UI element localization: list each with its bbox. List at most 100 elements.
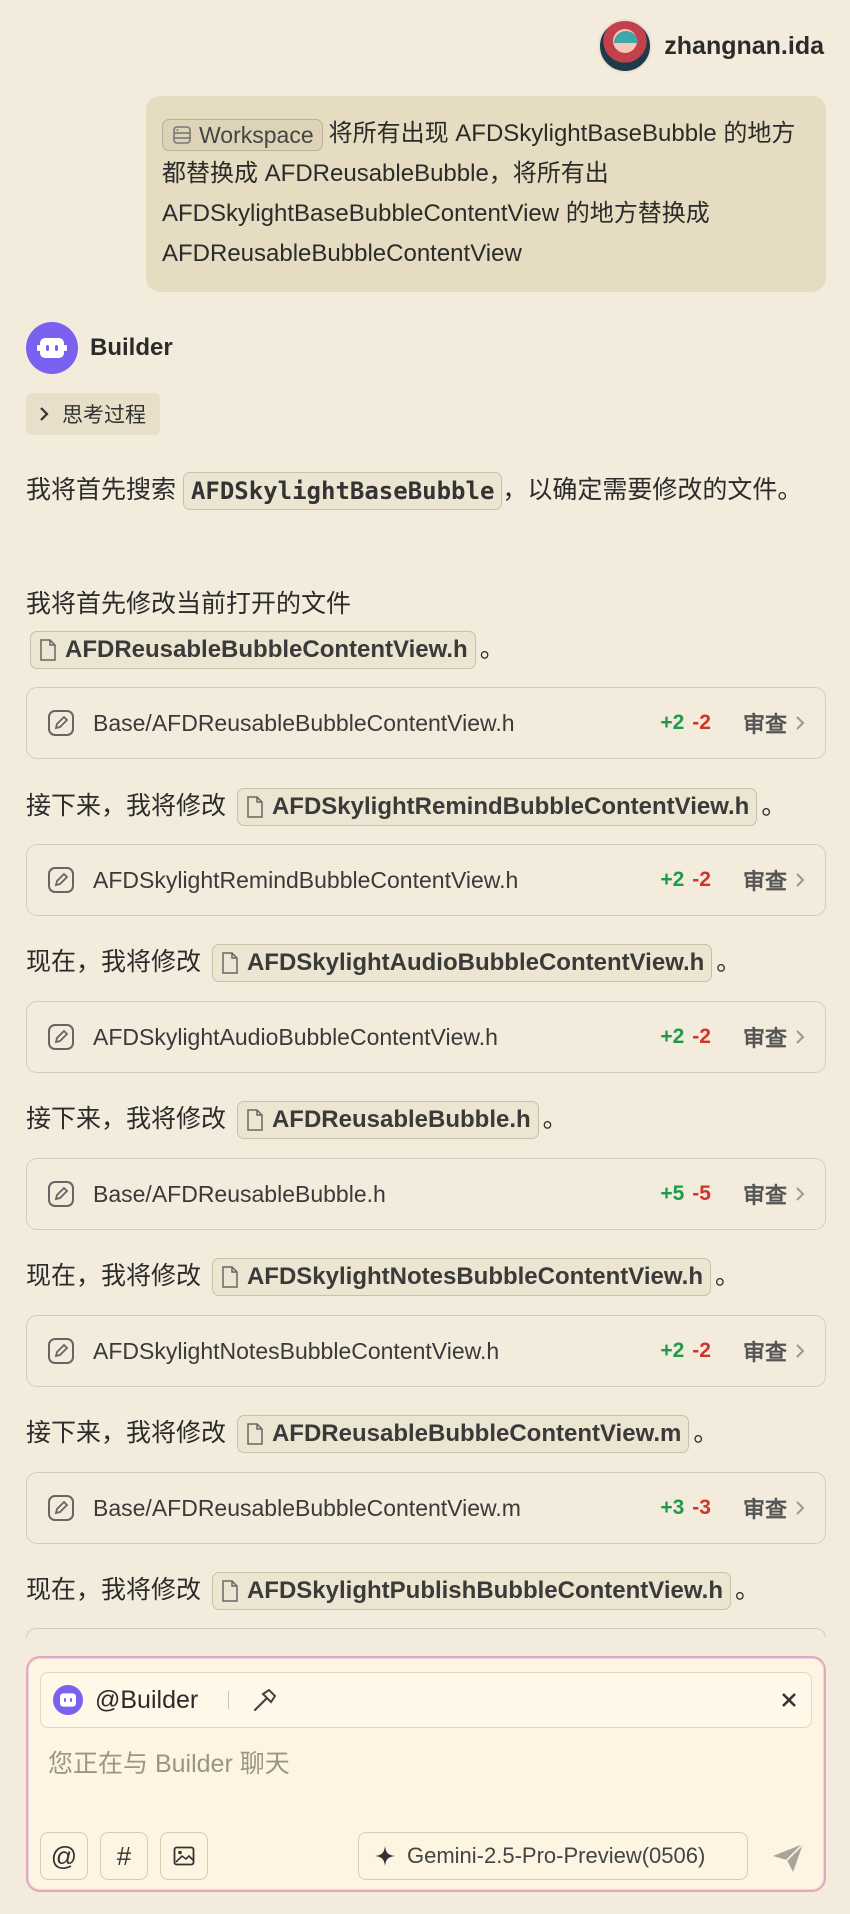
file-chip-name: AFDReusableBubbleContentView.h (65, 636, 468, 664)
send-icon (773, 1843, 804, 1872)
robot-icon (26, 322, 78, 374)
image-icon (173, 1846, 195, 1866)
hammer-icon[interactable] (251, 1686, 279, 1714)
step-prefix: 接下来，我将修改 (26, 792, 227, 820)
step-prefix: 现在，我将修改 (26, 1262, 202, 1290)
file-icon (247, 796, 263, 819)
edit-icon (48, 867, 74, 893)
file-chip[interactable]: AFDSkylightRemindBubbleContentView.h (236, 788, 758, 827)
file-icon (247, 1423, 263, 1446)
file-change-card[interactable]: Base/AFDReusableBubbleContentView.m +3 -… (26, 1472, 826, 1544)
removed-count: -2 (692, 1339, 711, 1362)
file-change-card[interactable]: AFDSkylightNotesBubbleContentView.h +2 -… (26, 1315, 826, 1387)
intro-after: ，以确定需要修改的文件。 (502, 476, 803, 504)
chevron-right-icon (796, 716, 805, 730)
file-path: Base/AFDReusableBubbleContentView.m (93, 1494, 521, 1521)
step-prefix: 接下来，我将修改 (26, 1105, 227, 1133)
file-change-card[interactable]: Base/AFDReusableBubble.h +5 -5 审查 (26, 1158, 826, 1230)
close-icon[interactable] (779, 1690, 799, 1710)
file-chip[interactable]: AFDSkylightNotesBubbleContentView.h (211, 1258, 711, 1297)
user-header: zhangnan.ida (598, 18, 824, 74)
file-path: AFDSkylightRemindBubbleContentView.h (93, 866, 519, 893)
file-chip-name: AFDSkylightAudioBubbleContentView.h (246, 949, 705, 977)
file-icon (40, 639, 56, 662)
user-message-bubble: Workspace 将所有出现 AFDSkylightBaseBubble 的地… (146, 96, 826, 292)
added-count: +2 (660, 1339, 685, 1362)
workspace-chip-label: Workspace (199, 121, 314, 148)
file-change-card[interactable]: AFDSkylightRemindBubbleContentView.h +2 … (26, 844, 826, 916)
step-paragraph: 我将首先修改当前打开的文件 AFDReusableBubbleContentVi… (26, 582, 826, 672)
robot-icon (53, 1685, 83, 1715)
file-change-card-partial (26, 1628, 826, 1638)
thinking-label: 思考过程 (62, 404, 146, 427)
review-label: 审查 (742, 1340, 787, 1365)
intro-paragraph: 我将首先搜索 AFDSkylightBaseBubble ，以确定需要修改的文件。 (26, 468, 826, 513)
added-count: +2 (660, 1025, 685, 1048)
mention-button[interactable]: @ (40, 1832, 88, 1880)
review-label: 审查 (742, 869, 787, 894)
file-path: Base/AFDReusableBubbleContentView.h (93, 709, 515, 736)
model-selector[interactable]: Gemini-2.5-Pro-Preview(0506) (358, 1832, 748, 1880)
step-prefix: 现在，我将修改 (26, 948, 202, 976)
review-button[interactable]: 审查 (743, 707, 805, 739)
step-suffix: 。 (761, 792, 787, 820)
file-chip-name: AFDReusableBubble.h (271, 1106, 531, 1134)
chevron-right-icon (796, 1501, 805, 1515)
user-avatar[interactable] (598, 19, 653, 73)
file-icon (222, 952, 238, 975)
review-label: 审查 (742, 1026, 787, 1051)
hash-symbol: # (116, 1840, 132, 1871)
review-button[interactable]: 审查 (743, 1492, 805, 1524)
at-symbol: @ (50, 1840, 78, 1871)
step-prefix: 我将首先修改当前打开的文件 (26, 590, 352, 618)
user-name: zhangnan.ida (664, 31, 824, 60)
added-count: +5 (660, 1182, 685, 1205)
removed-count: -2 (692, 868, 711, 891)
chat-page: zhangnan.ida Workspace 将所有出现 AFDSkylight… (0, 0, 850, 1914)
file-chip-name: AFDSkylightNotesBubbleContentView.h (246, 1263, 703, 1291)
file-change-card[interactable]: Base/AFDReusableBubbleContentView.h +2 -… (26, 687, 826, 759)
sparkle-icon (375, 1846, 395, 1866)
chevron-right-icon (40, 407, 49, 421)
mention-label: @Builder (95, 1685, 199, 1714)
image-upload-button[interactable] (160, 1832, 208, 1880)
edit-icon (48, 1338, 74, 1364)
thinking-toggle[interactable]: 思考过程 (26, 393, 160, 435)
file-icon (222, 1266, 238, 1289)
step-suffix: 。 (734, 1576, 760, 1604)
file-chip[interactable]: AFDSkylightPublishBubbleContentView.h (211, 1572, 731, 1611)
review-label: 审查 (742, 712, 787, 737)
divider (228, 1691, 230, 1709)
step-suffix: 。 (542, 1105, 568, 1133)
file-path: AFDSkylightAudioBubbleContentView.h (93, 1023, 498, 1050)
file-chip[interactable]: AFDReusableBubbleContentView.h (30, 631, 476, 670)
file-icon (247, 1109, 263, 1132)
step-suffix: 。 (693, 1419, 719, 1447)
file-icon (222, 1580, 238, 1603)
file-change-card[interactable]: AFDSkylightAudioBubbleContentView.h +2 -… (26, 1001, 826, 1073)
workspace-chip[interactable]: Workspace (162, 118, 323, 151)
review-button[interactable]: 审查 (743, 1021, 805, 1053)
send-button[interactable] (766, 1836, 810, 1880)
file-chip[interactable]: AFDSkylightAudioBubbleContentView.h (211, 944, 713, 983)
removed-count: -3 (692, 1496, 711, 1519)
review-button[interactable]: 审查 (743, 864, 805, 896)
model-name: Gemini-2.5-Pro-Preview(0506) (407, 1843, 706, 1868)
review-button[interactable]: 审查 (743, 1178, 805, 1210)
workspace-icon (173, 125, 191, 144)
file-path: Base/AFDReusableBubble.h (93, 1180, 386, 1207)
file-chip[interactable]: AFDReusableBubble.h (236, 1101, 539, 1140)
hash-button[interactable]: # (100, 1832, 148, 1880)
review-label: 审查 (742, 1183, 787, 1208)
chevron-right-icon (796, 1344, 805, 1358)
file-chip[interactable]: AFDReusableBubbleContentView.m (236, 1415, 690, 1454)
file-chip-name: AFDSkylightPublishBubbleContentView.h (246, 1577, 723, 1605)
step-paragraph: 接下来，我将修改 AFDReusableBubble.h 。 (26, 1097, 826, 1142)
file-chip-name: AFDSkylightRemindBubbleContentView.h (271, 793, 750, 821)
chat-input[interactable]: 您正在与 Builder 聊天 (48, 1744, 290, 1780)
intro-before: 我将首先搜索 (26, 476, 183, 504)
added-count: +2 (660, 868, 685, 891)
code-chip[interactable]: AFDSkylightBaseBubble (182, 472, 503, 511)
review-button[interactable]: 审查 (743, 1335, 805, 1367)
step-prefix: 现在，我将修改 (26, 1576, 202, 1604)
